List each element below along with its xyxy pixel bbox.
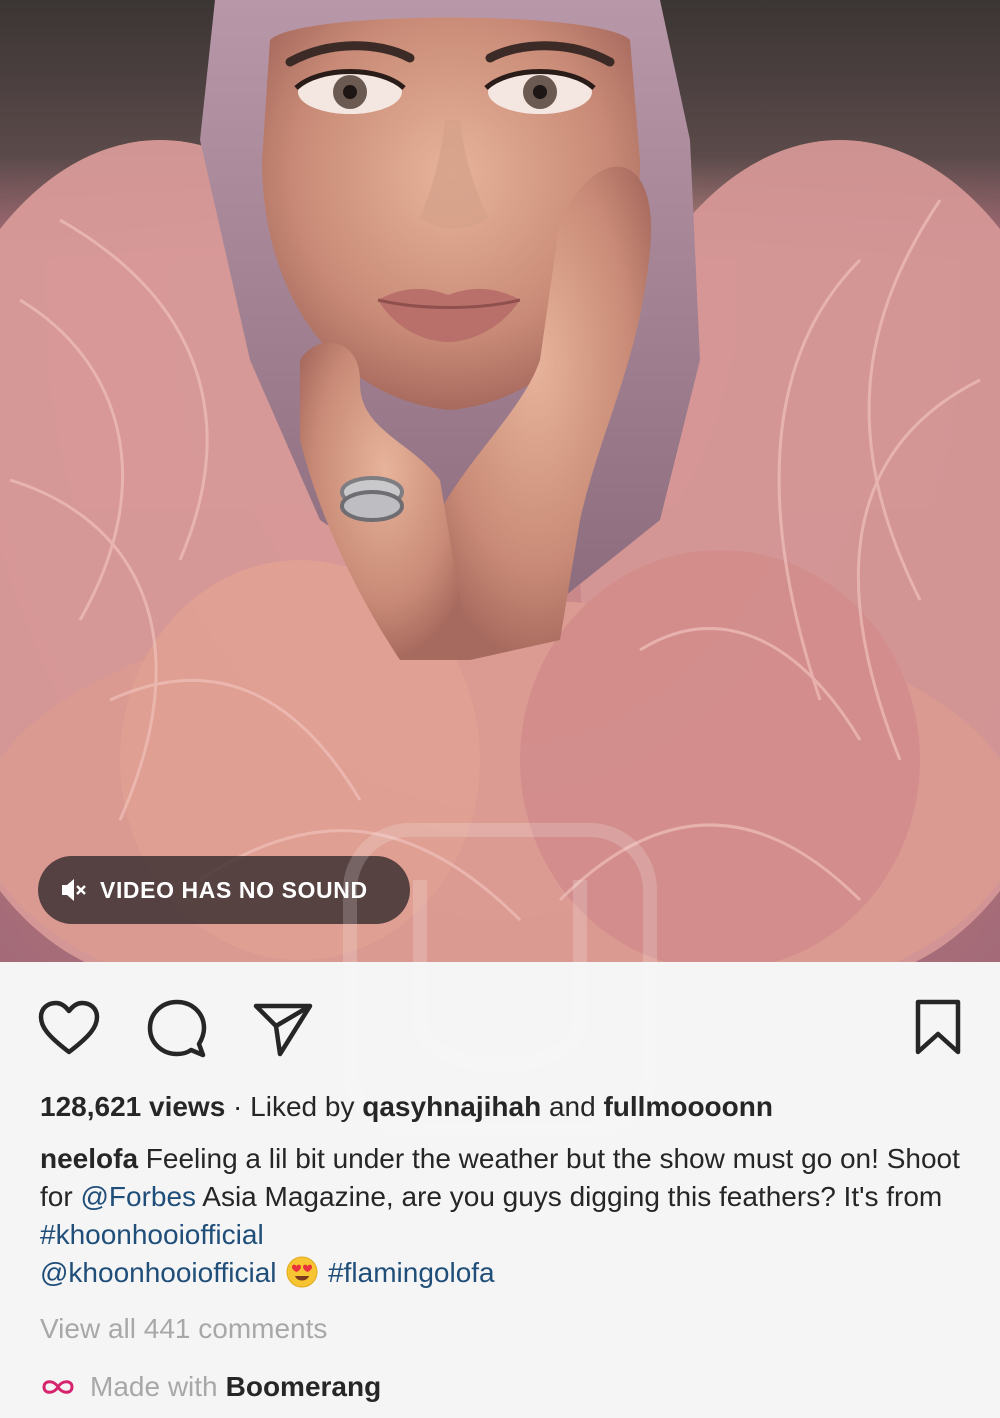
paper-plane-icon[interactable]: [252, 1000, 314, 1058]
comment-bubble-icon[interactable]: [146, 998, 208, 1060]
hashtag-flamingolofa[interactable]: #flamingolofa: [328, 1257, 495, 1288]
liked-by-prefix: Liked by: [250, 1091, 363, 1122]
boomerang-app-name[interactable]: Boomerang: [226, 1368, 382, 1406]
video-sound-notice[interactable]: VIDEO HAS NO SOUND: [38, 856, 410, 924]
engagement-summary: 128,621 views · Liked by qasyhnajihah an…: [40, 1088, 970, 1126]
liked-by-user-2[interactable]: fullmoooonn: [603, 1091, 773, 1122]
portrait-illustration: [0, 0, 1000, 962]
mention-forbes[interactable]: @Forbes: [80, 1181, 196, 1212]
heart-eyes-emoji: [286, 1256, 318, 1288]
post-caption: neelofa Feeling a lil bit under the weat…: [40, 1140, 970, 1292]
post-details: 128,621 views · Liked by qasyhnajihah an…: [40, 1088, 970, 1406]
ring: [340, 476, 404, 522]
made-with-label: Made with: [90, 1371, 218, 1402]
separator-dot: ·: [225, 1091, 251, 1122]
hashtag-khoonhooiofficial[interactable]: #khoonhooiofficial: [40, 1219, 264, 1250]
made-with-boomerang[interactable]: Made with Boomerang: [40, 1368, 970, 1406]
caption-username[interactable]: neelofa: [40, 1143, 138, 1174]
mention-khoonhooiofficial[interactable]: @khoonhooiofficial: [40, 1257, 277, 1288]
post-media[interactable]: VIDEO HAS NO SOUND: [0, 0, 1000, 962]
liked-by-and: and: [541, 1091, 604, 1122]
heart-icon[interactable]: [38, 1000, 100, 1056]
view-all-comments-link[interactable]: View all 441 comments: [40, 1310, 970, 1348]
bookmark-icon[interactable]: [914, 998, 962, 1056]
liked-by-user-1[interactable]: qasyhnajihah: [362, 1091, 541, 1122]
post-actions: [0, 962, 1000, 1082]
speaker-muted-icon: [62, 879, 86, 901]
view-count[interactable]: 128,621 views: [40, 1091, 225, 1122]
caption-text-2: Asia Magazine, are you guys digging this…: [196, 1181, 943, 1212]
infinity-icon: [42, 1380, 74, 1394]
sound-notice-label: VIDEO HAS NO SOUND: [100, 876, 368, 903]
